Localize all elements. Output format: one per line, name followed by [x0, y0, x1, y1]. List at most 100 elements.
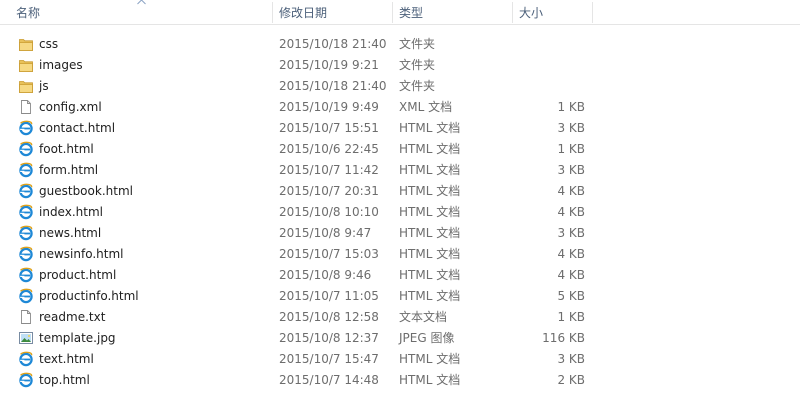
file-row[interactable]: text.html 2015/10/7 15:47 HTML 文档 3 KB [0, 349, 593, 370]
file-size [513, 76, 585, 97]
image-icon [18, 330, 34, 346]
file-size: 3 KB [557, 352, 585, 366]
file-row[interactable]: config.xml 2015/10/19 9:49 XML 文档 1 KB [0, 97, 593, 118]
file-row[interactable]: form.html 2015/10/7 11:42 HTML 文档 3 KB [0, 160, 593, 181]
file-row[interactable]: js 2015/10/18 21:40 文件夹 [0, 76, 593, 97]
file-date-modified: 2015/10/7 14:48 [279, 373, 379, 387]
file-row[interactable]: newsinfo.html 2015/10/7 15:03 HTML 文档 4 KB [0, 244, 593, 265]
document-icon [18, 99, 34, 115]
ie-html-icon [18, 204, 34, 220]
file-type: HTML 文档 [399, 268, 461, 282]
column-header-bar: 名称 修改日期 类型 大小 [0, 0, 800, 25]
file-name: index.html [39, 205, 103, 219]
file-size: 3 KB [557, 226, 585, 240]
file-row[interactable]: news.html 2015/10/8 9:47 HTML 文档 3 KB [0, 223, 593, 244]
file-date-modified: 2015/10/8 10:10 [279, 205, 379, 219]
ie-html-icon [18, 162, 34, 178]
file-name: form.html [39, 163, 99, 177]
file-row[interactable]: top.html 2015/10/7 14:48 HTML 文档 2 KB [0, 370, 593, 391]
file-type: 文件夹 [399, 58, 436, 72]
file-row[interactable]: images 2015/10/19 9:21 文件夹 [0, 55, 593, 76]
file-size [513, 34, 585, 55]
file-date-modified: 2015/10/7 15:51 [279, 121, 379, 135]
ie-html-icon [18, 288, 34, 304]
file-size: 4 KB [557, 184, 585, 198]
file-name: text.html [39, 352, 94, 366]
file-type: 文件夹 [399, 37, 436, 51]
file-name: foot.html [39, 142, 94, 156]
file-size: 4 KB [557, 247, 585, 261]
file-size: 4 KB [557, 205, 585, 219]
ie-html-icon [18, 246, 34, 262]
file-size: 1 KB [557, 100, 585, 114]
file-type: HTML 文档 [399, 247, 461, 261]
file-date-modified: 2015/10/18 21:40 [279, 37, 387, 51]
ie-html-icon [18, 225, 34, 241]
file-name: newsinfo.html [39, 247, 124, 261]
file-date-modified: 2015/10/7 15:03 [279, 247, 379, 261]
file-name: css [39, 37, 59, 51]
file-type: HTML 文档 [399, 121, 461, 135]
file-date-modified: 2015/10/8 12:58 [279, 310, 379, 324]
file-row[interactable]: css 2015/10/18 21:40 文件夹 [0, 34, 593, 55]
file-date-modified: 2015/10/7 15:47 [279, 352, 379, 366]
file-date-modified: 2015/10/6 22:45 [279, 142, 379, 156]
file-size: 116 KB [542, 331, 585, 345]
file-name: news.html [39, 226, 102, 240]
file-row[interactable]: foot.html 2015/10/6 22:45 HTML 文档 1 KB [0, 139, 593, 160]
file-date-modified: 2015/10/8 12:37 [279, 331, 379, 345]
column-header-date-modified[interactable]: 修改日期 [273, 0, 393, 25]
document-icon [18, 309, 34, 325]
file-row[interactable]: readme.txt 2015/10/8 12:58 文本文档 1 KB [0, 307, 593, 328]
ie-html-icon [18, 372, 34, 388]
file-name: productinfo.html [39, 289, 139, 303]
file-name: template.jpg [39, 331, 116, 345]
file-type: JPEG 图像 [399, 331, 455, 345]
file-type: HTML 文档 [399, 226, 461, 240]
file-row[interactable]: index.html 2015/10/8 10:10 HTML 文档 4 KB [0, 202, 593, 223]
file-date-modified: 2015/10/7 11:42 [279, 163, 379, 177]
column-header-type[interactable]: 类型 [393, 0, 513, 25]
file-date-modified: 2015/10/19 9:21 [279, 58, 379, 72]
file-name: config.xml [39, 100, 102, 114]
file-size [513, 55, 585, 76]
file-name: top.html [39, 373, 90, 387]
file-date-modified: 2015/10/7 20:31 [279, 184, 379, 198]
file-name: images [39, 58, 83, 72]
file-type: HTML 文档 [399, 142, 461, 156]
file-type: HTML 文档 [399, 184, 461, 198]
file-type: HTML 文档 [399, 352, 461, 366]
file-date-modified: 2015/10/8 9:47 [279, 226, 372, 240]
file-type: HTML 文档 [399, 205, 461, 219]
file-date-modified: 2015/10/8 9:46 [279, 268, 372, 282]
file-row[interactable]: product.html 2015/10/8 9:46 HTML 文档 4 KB [0, 265, 593, 286]
file-size: 1 KB [557, 142, 585, 156]
file-name: product.html [39, 268, 117, 282]
file-row[interactable]: template.jpg 2015/10/8 12:37 JPEG 图像 116 KB [0, 328, 593, 349]
ie-html-icon [18, 141, 34, 157]
file-list: css 2015/10/18 21:40 文件夹 images 2015/10/19 9… [0, 34, 800, 391]
ie-html-icon [18, 267, 34, 283]
file-type: 文本文档 [399, 310, 448, 324]
file-date-modified: 2015/10/18 21:40 [279, 79, 387, 93]
ie-html-icon [18, 183, 34, 199]
file-date-modified: 2015/10/19 9:49 [279, 100, 379, 114]
file-name: js [39, 79, 49, 93]
file-row[interactable]: contact.html 2015/10/7 15:51 HTML 文档 3 KB [0, 118, 593, 139]
file-explorer: 名称 修改日期 类型 大小 css 2015/10/18 21:40 文件夹 imag… [0, 0, 800, 417]
file-type: 文件夹 [399, 79, 436, 93]
file-size: 1 KB [557, 310, 585, 324]
file-type: HTML 文档 [399, 163, 461, 177]
folder-icon [18, 57, 34, 73]
column-header-name[interactable]: 名称 [0, 0, 273, 25]
file-date-modified: 2015/10/7 11:05 [279, 289, 379, 303]
column-header-size[interactable]: 大小 [513, 0, 593, 25]
file-name: readme.txt [39, 310, 106, 324]
file-row[interactable]: productinfo.html 2015/10/7 11:05 HTML 文档 5 … [0, 286, 593, 307]
file-name: contact.html [39, 121, 116, 135]
file-size: 2 KB [557, 373, 585, 387]
file-size: 5 KB [557, 289, 585, 303]
file-size: 3 KB [557, 163, 585, 177]
file-row[interactable]: guestbook.html 2015/10/7 20:31 HTML 文档 4 KB [0, 181, 593, 202]
file-name: guestbook.html [39, 184, 133, 198]
